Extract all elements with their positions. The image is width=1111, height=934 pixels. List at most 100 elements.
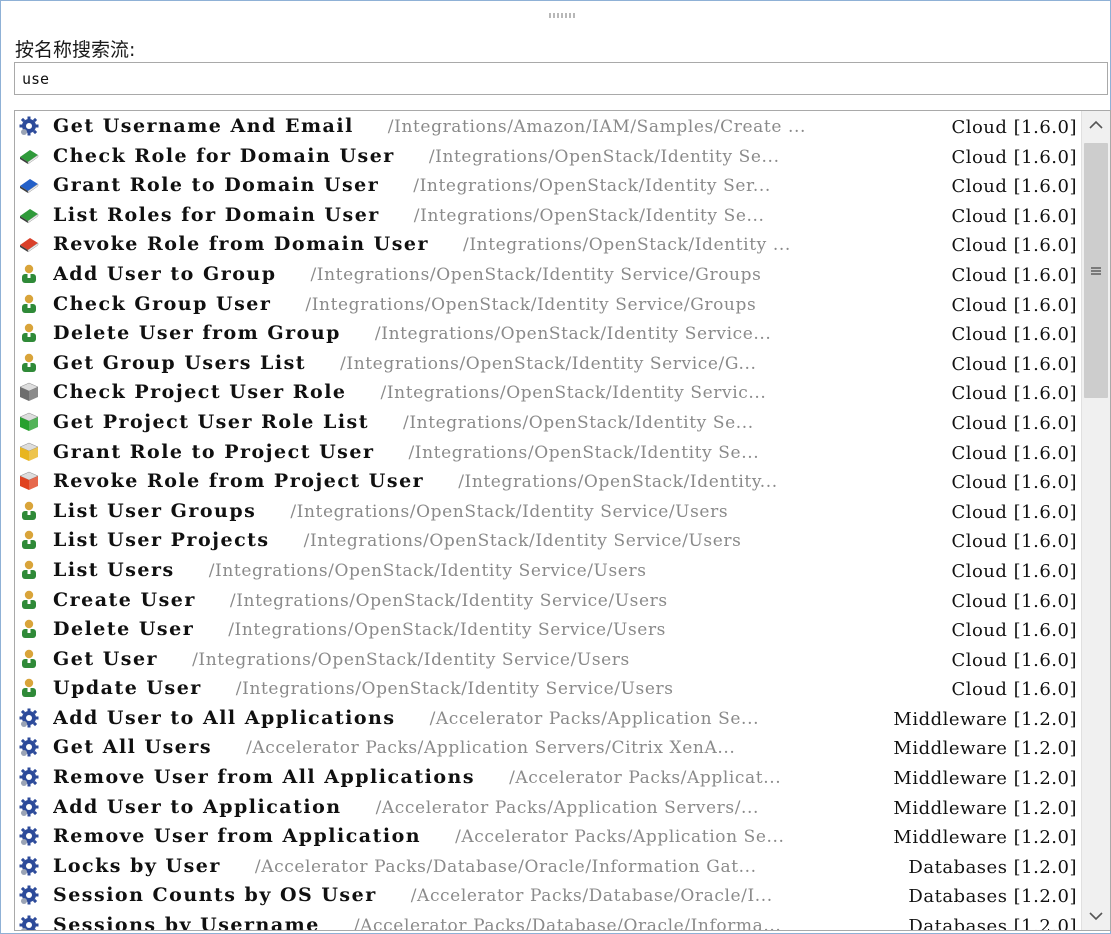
flow-path: /Integrations/OpenStack/Identity Ser...: [413, 176, 771, 197]
flow-path: /Accelerator Packs/Application Se...: [429, 708, 760, 729]
scroll-up-button[interactable]: [1082, 111, 1110, 139]
flow-title: List Roles for Domain User/Integrations/…: [53, 204, 765, 226]
flow-path: /Integrations/OpenStack/Identity Se...: [413, 205, 765, 226]
flow-name: Session Counts by OS User: [53, 884, 377, 907]
flow-title: Check Project User Role/Integrations/Ope…: [53, 381, 766, 403]
flow-name: Grant Role to Project User: [53, 440, 375, 463]
flow-row[interactable]: Get All Users/Accelerator Packs/Applicat…: [15, 732, 1081, 762]
flow-row[interactable]: Get Group Users List/Integrations/OpenSt…: [15, 348, 1081, 378]
flow-row[interactable]: Grant Role to Project User/Integrations/…: [15, 437, 1081, 467]
flow-name: Add User to Group: [53, 262, 277, 285]
flow-name: Get Project User Role List: [53, 410, 370, 433]
flow-path: /Integrations/OpenStack/Identity Service…: [374, 324, 772, 345]
flow-row[interactable]: Get Project User Role List/Integrations/…: [15, 407, 1081, 437]
flow-category: Cloud [1.6.0]: [951, 235, 1077, 257]
flow-path: /Accelerator Packs/Applicat...: [509, 768, 782, 789]
flow-row[interactable]: Remove User from All Applications/Accele…: [15, 762, 1081, 792]
flow-name: Add User to Application: [53, 795, 342, 818]
flow-name: Get Group Users List: [53, 351, 307, 374]
flow-path: /Integrations/OpenStack/Identity...: [458, 472, 778, 493]
flow-row[interactable]: Session Counts by OS User/Accelerator Pa…: [15, 880, 1081, 910]
flow-title: Grant Role to Project User/Integrations/…: [53, 441, 759, 463]
user-icon: [18, 678, 40, 698]
flow-path: /Integrations/OpenStack/Identity Service…: [229, 590, 668, 611]
thumb-grip-icon: [1091, 267, 1101, 275]
flow-category: Middleware [1.2.0]: [893, 827, 1077, 849]
flow-name: Delete User: [53, 618, 195, 641]
vertical-scrollbar[interactable]: [1081, 111, 1110, 930]
flow-title: Grant Role to Domain User/Integrations/O…: [53, 174, 771, 196]
flow-name: Check Project User Role: [53, 381, 347, 404]
user-icon: [18, 323, 40, 343]
flow-category: Cloud [1.6.0]: [951, 353, 1077, 375]
gear-icon: [18, 915, 40, 930]
flow-category: Cloud [1.6.0]: [951, 472, 1077, 494]
flow-category: Cloud [1.6.0]: [951, 176, 1077, 198]
flow-row[interactable]: Check Project User Role/Integrations/Ope…: [15, 377, 1081, 407]
flow-row[interactable]: Create User/Integrations/OpenStack/Ident…: [15, 585, 1081, 615]
flow-name: List Users: [53, 558, 175, 581]
flow-category: Cloud [1.6.0]: [951, 146, 1077, 168]
flow-row[interactable]: Revoke Role from Domain User/Integration…: [15, 229, 1081, 259]
search-label: 按名称搜索流:: [15, 39, 136, 61]
user-icon: [18, 264, 40, 284]
flow-category: Cloud [1.6.0]: [951, 679, 1077, 701]
flow-title: Get Username And Email/Integrations/Amaz…: [53, 115, 806, 137]
flow-title: List User Projects/Integrations/OpenStac…: [53, 529, 741, 551]
flow-path: /Integrations/OpenStack/Identity Se...: [428, 146, 780, 167]
flow-row[interactable]: List Users/Integrations/OpenStack/Identi…: [15, 555, 1081, 585]
red-book-icon: [18, 234, 40, 254]
flow-row[interactable]: Update User/Integrations/OpenStack/Ident…: [15, 673, 1081, 703]
flow-title: Get User/Integrations/OpenStack/Identity…: [53, 648, 630, 670]
flow-row[interactable]: Add User to Application/Accelerator Pack…: [15, 792, 1081, 822]
flow-row[interactable]: Check Role for Domain User/Integrations/…: [15, 141, 1081, 171]
flow-title: Delete User/Integrations/OpenStack/Ident…: [53, 618, 666, 640]
flow-category: Databases [1.2.0]: [908, 856, 1077, 878]
flow-row[interactable]: Check Group User/Integrations/OpenStack/…: [15, 289, 1081, 319]
flow-row[interactable]: Grant Role to Domain User/Integrations/O…: [15, 170, 1081, 200]
flow-row[interactable]: List Roles for Domain User/Integrations/…: [15, 200, 1081, 230]
flow-title: Add User to All Applications/Accelerator…: [53, 707, 759, 729]
flow-title: Sessions by Username/Accelerator Packs/D…: [53, 914, 781, 930]
flow-row[interactable]: Delete User/Integrations/OpenStack/Ident…: [15, 614, 1081, 644]
flow-category: Cloud [1.6.0]: [951, 117, 1077, 138]
resize-grip[interactable]: [549, 13, 579, 19]
scroll-thumb[interactable]: [1084, 143, 1108, 398]
flow-category: Cloud [1.6.0]: [951, 560, 1077, 582]
flow-category: Cloud [1.6.0]: [951, 649, 1077, 671]
flow-row[interactable]: Locks by User/Accelerator Packs/Database…: [15, 851, 1081, 881]
scroll-down-button[interactable]: [1082, 902, 1110, 930]
user-icon: [18, 530, 40, 550]
user-icon: [18, 501, 40, 521]
flow-title: Revoke Role from Project User/Integratio…: [53, 470, 778, 492]
flow-row[interactable]: Add User to All Applications/Accelerator…: [15, 703, 1081, 733]
flow-row[interactable]: Get Username And Email/Integrations/Amaz…: [15, 111, 1081, 141]
flow-row[interactable]: Remove User from Application/Accelerator…: [15, 821, 1081, 851]
flow-name: List User Groups: [53, 499, 257, 522]
flow-list: Get Username And Email/Integrations/Amaz…: [14, 110, 1111, 931]
flow-row[interactable]: Sessions by Username/Accelerator Packs/D…: [15, 910, 1081, 930]
user-icon: [18, 590, 40, 610]
flow-title: Session Counts by OS User/Accelerator Pa…: [53, 884, 773, 906]
flow-row[interactable]: Get User/Integrations/OpenStack/Identity…: [15, 644, 1081, 674]
flow-title: Check Group User/Integrations/OpenStack/…: [53, 293, 756, 315]
green-book-icon: [18, 146, 40, 166]
flow-row[interactable]: Delete User from Group/Integrations/Open…: [15, 318, 1081, 348]
search-input[interactable]: [14, 62, 1108, 95]
flow-path: /Integrations/OpenStack/Identity Service…: [208, 560, 647, 581]
search-flow-panel: 按名称搜索流: Get Username And Email/Integrati…: [0, 0, 1111, 934]
user-icon: [18, 294, 40, 314]
blue-book-icon: [18, 175, 40, 195]
green-cube-icon: [18, 412, 40, 432]
flow-row[interactable]: Revoke Role from Project User/Integratio…: [15, 466, 1081, 496]
flow-path: /Integrations/OpenStack/Identity Service…: [340, 353, 757, 374]
flow-row[interactable]: Add User to Group/Integrations/OpenStack…: [15, 259, 1081, 289]
flow-name: Update User: [53, 677, 202, 700]
gear-icon: [18, 737, 40, 757]
flow-path: /Integrations/OpenStack/Identity Se...: [403, 412, 754, 433]
flow-category: Middleware [1.2.0]: [893, 797, 1077, 819]
flow-title: Check Role for Domain User/Integrations/…: [53, 145, 780, 167]
flow-row[interactable]: List User Groups/Integrations/OpenStack/…: [15, 496, 1081, 526]
flow-title: Create User/Integrations/OpenStack/Ident…: [53, 589, 668, 611]
flow-row[interactable]: List User Projects/Integrations/OpenStac…: [15, 525, 1081, 555]
